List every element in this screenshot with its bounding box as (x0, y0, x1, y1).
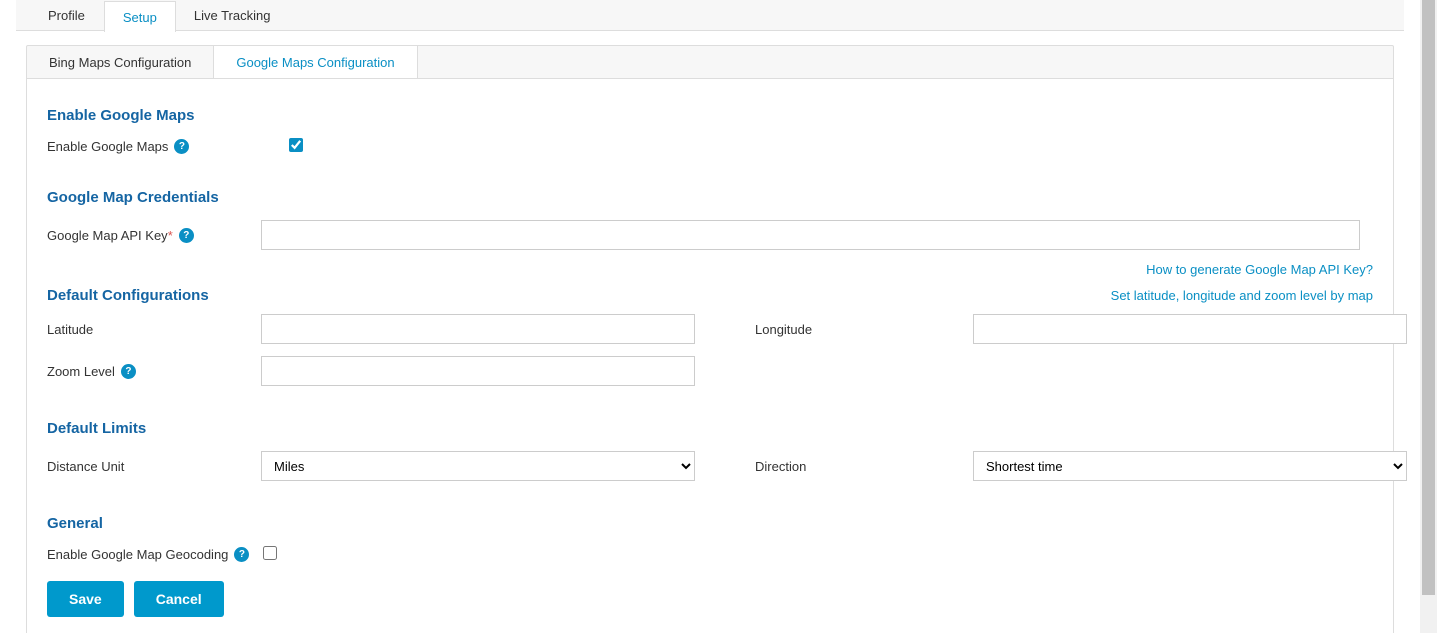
label-enable-google-maps: Enable Google Maps (47, 139, 168, 154)
label-latitude: Latitude (47, 322, 93, 337)
help-icon[interactable]: ? (174, 139, 189, 154)
input-latitude[interactable] (261, 314, 695, 344)
checkbox-enable-google-maps[interactable] (289, 138, 303, 152)
link-set-by-map[interactable]: Set latitude, longitude and zoom level b… (1111, 288, 1373, 303)
select-distance-unit[interactable]: Miles (261, 451, 695, 481)
cancel-button[interactable]: Cancel (134, 581, 224, 617)
section-title-default-configurations: Default Configurations (47, 287, 209, 304)
label-zoom-level: Zoom Level (47, 364, 115, 379)
tab-profile[interactable]: Profile (30, 0, 104, 30)
section-title-enable-google-maps: Enable Google Maps (47, 107, 1373, 124)
section-title-general: General (47, 515, 1373, 532)
tab-setup[interactable]: Setup (104, 1, 176, 32)
label-direction: Direction (755, 459, 806, 474)
save-button[interactable]: Save (47, 581, 124, 617)
input-longitude[interactable] (973, 314, 1407, 344)
secondary-tabs: Bing Maps Configuration Google Maps Conf… (26, 45, 1394, 79)
checkbox-enable-geocoding[interactable] (263, 546, 277, 560)
section-title-google-map-credentials: Google Map Credentials (47, 189, 1373, 206)
help-icon[interactable]: ? (179, 228, 194, 243)
tab-live-tracking[interactable]: Live Tracking (176, 0, 290, 30)
required-asterisk: * (168, 228, 173, 243)
label-google-map-api-key: Google Map API Key (47, 228, 168, 243)
scrollbar-thumb[interactable] (1422, 0, 1435, 595)
primary-tabs: Profile Setup Live Tracking (16, 0, 1404, 31)
input-google-map-api-key[interactable] (261, 220, 1360, 250)
label-longitude: Longitude (755, 322, 812, 337)
label-enable-geocoding: Enable Google Map Geocoding (47, 547, 228, 562)
help-icon[interactable]: ? (234, 547, 249, 562)
section-title-default-limits: Default Limits (47, 420, 1373, 437)
help-icon[interactable]: ? (121, 364, 136, 379)
tab-google-maps-configuration[interactable]: Google Maps Configuration (214, 46, 417, 78)
label-distance-unit: Distance Unit (47, 459, 124, 474)
link-how-to-generate-api-key[interactable]: How to generate Google Map API Key? (1146, 262, 1373, 277)
tab-bing-maps-configuration[interactable]: Bing Maps Configuration (27, 46, 214, 78)
vertical-scrollbar[interactable] (1420, 0, 1437, 633)
input-zoom-level[interactable] (261, 356, 695, 386)
select-direction[interactable]: Shortest time (973, 451, 1407, 481)
